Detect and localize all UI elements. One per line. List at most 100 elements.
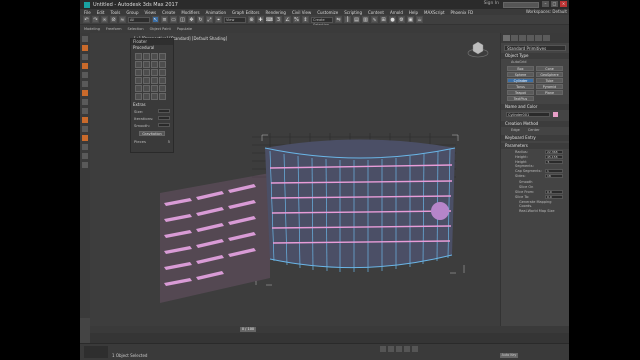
- play-icon[interactable]: [396, 346, 402, 352]
- tool-button[interactable]: [159, 93, 166, 100]
- keyboard-entry-rollout[interactable]: Keyboard Entry: [501, 135, 569, 141]
- tool-button[interactable]: [143, 61, 150, 68]
- tool-button[interactable]: [143, 77, 150, 84]
- unlink-icon[interactable]: ⊘: [110, 16, 117, 23]
- tool-button[interactable]: [143, 69, 150, 76]
- menu-item[interactable]: Scripting: [344, 10, 362, 15]
- parameter-field[interactable]: 5: [545, 159, 563, 164]
- menu-item[interactable]: MAXScript: [424, 10, 445, 15]
- ribbon-tab[interactable]: Selection: [128, 27, 144, 31]
- track-bar[interactable]: [90, 333, 569, 343]
- tool-button[interactable]: [151, 85, 158, 92]
- ribbon-tab[interactable]: Modeling: [84, 27, 100, 31]
- ribbon-tab[interactable]: Freeform: [106, 27, 122, 31]
- prev-frame-icon[interactable]: [388, 346, 394, 352]
- select-by-name-icon[interactable]: ≡: [161, 16, 168, 23]
- motion-tab-icon[interactable]: [527, 35, 534, 41]
- perspective-viewport[interactable]: [+] [Perspective] [Standard] [Default Sh…: [90, 33, 500, 326]
- tool-button[interactable]: [135, 85, 142, 92]
- menu-item[interactable]: Phoenix FD: [451, 10, 474, 15]
- menu-item[interactable]: Animation: [206, 10, 226, 15]
- toolbar-icon[interactable]: [82, 90, 88, 96]
- tool-button[interactable]: [143, 93, 150, 100]
- menu-item[interactable]: Graph Editors: [232, 10, 259, 15]
- menu-item[interactable]: Group: [126, 10, 138, 15]
- tool-button[interactable]: [135, 69, 142, 76]
- smooth-field[interactable]: [158, 123, 170, 127]
- place-icon[interactable]: ⌖: [215, 16, 222, 23]
- keyboard-shortcut-icon[interactable]: ⌨: [266, 16, 273, 23]
- utilities-tab-icon[interactable]: [543, 35, 550, 41]
- object-color-swatch[interactable]: [553, 112, 558, 117]
- category-dropdown[interactable]: Standard Primitives: [504, 45, 566, 51]
- iterations-field[interactable]: [158, 116, 170, 120]
- slice-to-field[interactable]: 0.0: [545, 195, 563, 200]
- object-type-button[interactable]: Torus: [507, 84, 534, 89]
- selection-filter-dropdown[interactable]: All: [128, 16, 150, 23]
- toolbar-icon[interactable]: [82, 36, 88, 42]
- menu-item[interactable]: Customize: [317, 10, 338, 15]
- tool-button[interactable]: [143, 85, 150, 92]
- object-type-button[interactable]: Tube: [536, 78, 563, 83]
- window-crossing-icon[interactable]: ◫: [179, 16, 186, 23]
- material-editor-icon[interactable]: ●: [389, 16, 396, 23]
- toolbar-icon[interactable]: [82, 108, 88, 114]
- toolbar-icon[interactable]: [82, 144, 88, 150]
- object-type-button[interactable]: TextPlus: [507, 96, 534, 101]
- sign-in-link[interactable]: Sign In: [484, 1, 499, 6]
- object-type-button[interactable]: Cone: [536, 66, 563, 71]
- generate-mapping-checkbox[interactable]: Generate Mapping Coords.: [501, 200, 569, 209]
- tool-button[interactable]: [151, 69, 158, 76]
- time-slider[interactable]: 0 / 100: [90, 326, 569, 333]
- modify-tab-icon[interactable]: [511, 35, 518, 41]
- rotate-icon[interactable]: ↻: [197, 16, 204, 23]
- scale-icon[interactable]: ⤢: [206, 16, 213, 23]
- tool-button[interactable]: [135, 61, 142, 68]
- render-production-icon[interactable]: ☕: [416, 16, 423, 23]
- pivot-icon[interactable]: ⊕: [248, 16, 255, 23]
- gravitation-button[interactable]: Gravitation: [139, 131, 165, 136]
- menu-item[interactable]: Arnold: [390, 10, 403, 15]
- mirror-icon[interactable]: ⇋: [335, 16, 342, 23]
- pieces-value[interactable]: 5: [168, 139, 170, 144]
- toolbar-icon[interactable]: [82, 63, 88, 69]
- hierarchy-tab-icon[interactable]: [519, 35, 526, 41]
- maximize-icon[interactable]: □: [551, 1, 558, 7]
- render-setup-icon[interactable]: ⚙: [398, 16, 405, 23]
- go-end-icon[interactable]: [412, 346, 418, 352]
- toolbar-icon[interactable]: [82, 117, 88, 123]
- ribbon-tab[interactable]: Object Paint: [150, 27, 171, 31]
- toolbar-icon[interactable]: [82, 153, 88, 159]
- display-tab-icon[interactable]: [535, 35, 542, 41]
- menu-item[interactable]: Help: [409, 10, 418, 15]
- tool-button[interactable]: [135, 93, 142, 100]
- reference-coord-dropdown[interactable]: View: [224, 16, 246, 23]
- workspace-selector[interactable]: Workspaces: Default: [526, 9, 567, 14]
- create-tab-icon[interactable]: [503, 35, 510, 41]
- align-icon[interactable]: ⫿: [344, 16, 351, 23]
- size-field[interactable]: [158, 109, 170, 113]
- object-type-button[interactable]: GeoSphere: [536, 72, 563, 77]
- tool-button[interactable]: [151, 77, 158, 84]
- slice-from-field[interactable]: 0.0: [545, 189, 563, 194]
- object-type-button[interactable]: Box: [507, 66, 534, 71]
- toolbar-icon[interactable]: [82, 99, 88, 105]
- redo-icon[interactable]: ↷: [92, 16, 99, 23]
- spinner-snap-icon[interactable]: ⇕: [302, 16, 309, 23]
- move-icon[interactable]: ✥: [188, 16, 195, 23]
- real-world-map-checkbox[interactable]: Real-World Map Size: [501, 209, 569, 214]
- menu-item[interactable]: Civil View: [292, 10, 311, 15]
- menu-item[interactable]: Rendering: [266, 10, 286, 15]
- tool-button[interactable]: [143, 53, 150, 60]
- angle-snap-icon[interactable]: ∠: [284, 16, 291, 23]
- center-radio[interactable]: Center: [528, 128, 540, 132]
- ribbon-tab[interactable]: Populate: [177, 27, 192, 31]
- tool-button[interactable]: [151, 61, 158, 68]
- tool-button[interactable]: [159, 69, 166, 76]
- parameter-field[interactable]: 1: [545, 169, 563, 174]
- search-input[interactable]: [503, 1, 539, 8]
- object-type-button[interactable]: Pyramid: [536, 84, 563, 89]
- menu-item[interactable]: Modifiers: [181, 10, 199, 15]
- parameter-field[interactable]: 18: [545, 174, 563, 179]
- menu-item[interactable]: Content: [368, 10, 384, 15]
